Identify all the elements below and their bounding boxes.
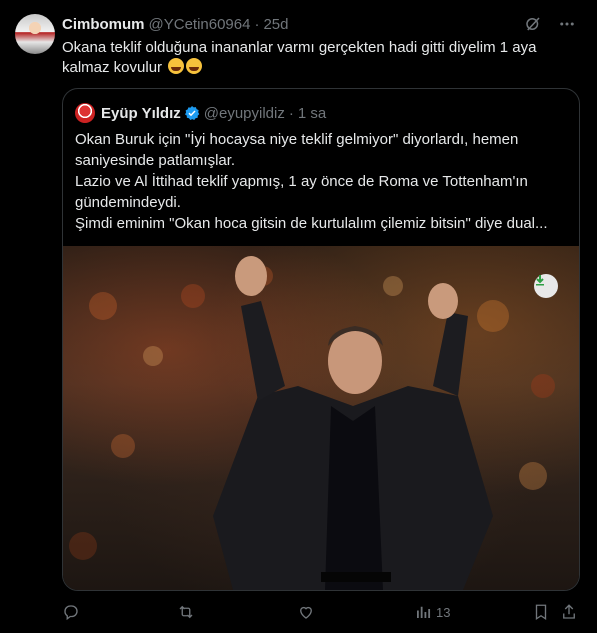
quoted-text-line: Lazio ve Al İttihad teklif yapmış, 1 ay …: [75, 173, 528, 190]
reply-button[interactable]: [62, 600, 80, 624]
separator-dot: ·: [288, 104, 294, 122]
share-button[interactable]: [560, 600, 578, 624]
quoted-tweet-header: Eyüp Yıldız @eyupyildiz · 1 sa: [75, 103, 326, 123]
tweet[interactable]: Cimbomum @YCetin60964 · 25d Okana teklif…: [0, 0, 597, 633]
share-icon: [563, 604, 575, 619]
repost-button[interactable]: [177, 600, 195, 624]
quoted-author-avatar: [75, 103, 95, 123]
header-icons: [523, 14, 577, 34]
quoted-author-handle: @eyupyildiz: [203, 104, 285, 122]
like-button[interactable]: [297, 600, 315, 624]
tweet-text-body: Okana teklif olduğuna inananlar varmı ge…: [62, 39, 537, 76]
tweet-text: Okana teklif olduğuna inananlar varmı ge…: [62, 38, 562, 78]
views-button[interactable]: 13: [414, 600, 450, 624]
download-icon[interactable]: [534, 274, 558, 298]
post-time[interactable]: 25d: [263, 16, 288, 33]
verified-badge-icon: [184, 106, 200, 120]
quoted-tweet-text: Okan Buruk için "İyi hocaysa niye teklif…: [75, 129, 567, 234]
laughing-emoji-icon: [168, 58, 185, 74]
quoted-tweet-photo[interactable]: [63, 246, 579, 590]
quoted-author-name: Eyüp Yıldız: [101, 104, 181, 122]
quoted-text-line: gündemindeydi.: [75, 194, 181, 211]
repost-icon: [179, 605, 193, 619]
views-count: 13: [436, 604, 451, 620]
quoted-text-line: Şimdi eminim "Okan hoca gitsin de kurtul…: [75, 215, 548, 232]
quoted-text-line: Okan Buruk için "İyi hocaysa niye teklif…: [75, 131, 519, 148]
heart-icon: [300, 606, 312, 619]
quoted-tweet[interactable]: Eyüp Yıldız @eyupyildiz · 1 sa Okan Buru…: [62, 88, 580, 591]
quoted-post-time: 1 sa: [297, 104, 327, 122]
views-bar-chart-icon: [417, 606, 431, 618]
bookmark-button[interactable]: [532, 600, 550, 624]
author-avatar[interactable]: [15, 14, 55, 54]
more-options-icon[interactable]: [557, 14, 577, 34]
author-name[interactable]: Cimbomum: [62, 16, 145, 33]
tweet-header: Cimbomum @YCetin60964 · 25d: [62, 14, 577, 34]
grok-icon[interactable]: [523, 14, 543, 34]
coach-celebrating-image: [69, 256, 555, 590]
author-handle[interactable]: @YCetin60964: [149, 16, 251, 33]
reply-icon: [64, 605, 78, 621]
bookmark-icon: [535, 604, 547, 621]
quoted-text-line: saniyesinde patlamışlar.: [75, 152, 236, 169]
laughing-emoji-icon: [186, 58, 203, 74]
action-bar: 13: [62, 600, 582, 624]
separator-dot: ·: [254, 15, 260, 33]
